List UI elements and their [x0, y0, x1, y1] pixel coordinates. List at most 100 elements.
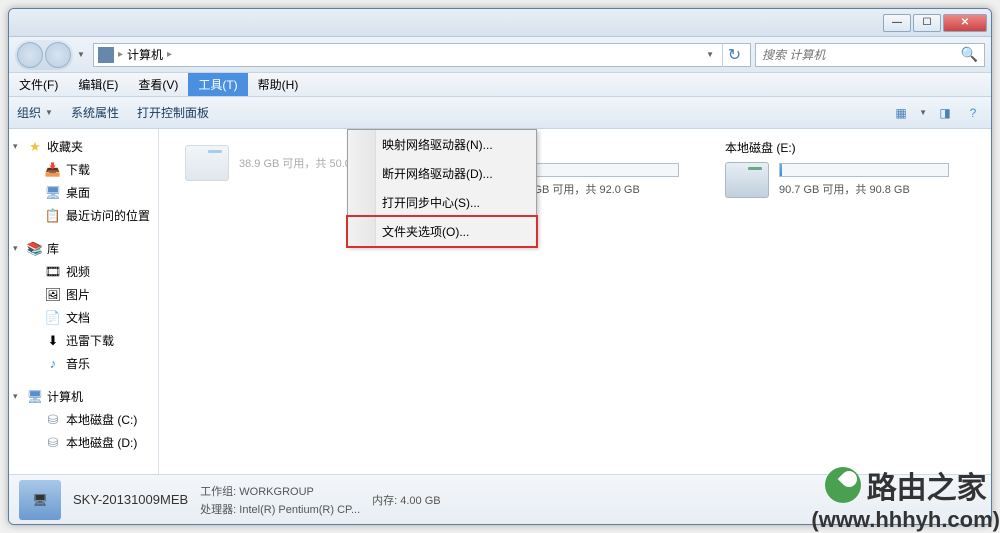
sidebar-libraries: ▾ 📚 库 🎞 视频 🖼 图片 📄 文档 ⬇ 迅 — [9, 237, 158, 375]
desktop-icon: 🖥 — [45, 185, 61, 201]
sidebar-item-label: 下载 — [66, 161, 90, 178]
dropdown-disconnect-drive[interactable]: 断开网络驱动器(D)... — [348, 159, 536, 188]
sidebar-item-label: 图片 — [66, 286, 90, 303]
maximize-button[interactable] — [913, 14, 941, 32]
drive-card-e[interactable]: 本地磁盘 (E:) 90.7 GB 可用，共 90.8 GB — [725, 139, 975, 198]
minimize-button[interactable] — [883, 14, 911, 32]
menubar: 文件(F) 编辑(E) 查看(V) 工具(T) 帮助(H) — [9, 73, 991, 97]
sidebar-item-label: 最近访问的位置 — [66, 207, 150, 224]
expand-icon[interactable]: ▾ — [13, 391, 18, 402]
document-icon: 📄 — [45, 310, 61, 326]
sidebar-libraries-header[interactable]: ▾ 📚 库 — [9, 237, 158, 260]
nav-buttons — [15, 40, 73, 70]
toolbar-properties[interactable]: 系统属性 — [71, 104, 119, 121]
dropdown-folder-options[interactable]: 文件夹选项(O)... — [346, 215, 538, 248]
thunder-icon: ⬇ — [45, 333, 61, 349]
sidebar-item-music[interactable]: ♪ 音乐 — [9, 352, 158, 375]
recent-icon: 📋 — [45, 208, 61, 224]
body: ▾ ★ 收藏夹 📥 下载 🖥 桌面 📋 最近访问的位置 — [9, 129, 991, 474]
sidebar-favorites-label: 收藏夹 — [47, 138, 83, 155]
sidebar-item-documents[interactable]: 📄 文档 — [9, 306, 158, 329]
statusbar: 🖥 SKY-20131009MEB 工作组: WORKGROUP 处理器: In… — [9, 474, 991, 524]
breadcrumb-location[interactable]: 计算机 — [127, 46, 163, 63]
expand-icon[interactable]: ▾ — [13, 141, 18, 152]
help-icon[interactable]: ? — [963, 103, 983, 123]
sidebar-item-label: 本地磁盘 (C:) — [66, 411, 137, 428]
sidebar-computer: ▾ 🖥 计算机 ⛁ 本地磁盘 (C:) ⛁ 本地磁盘 (D:) — [9, 385, 158, 454]
sidebar-item-label: 迅雷下载 — [66, 332, 114, 349]
search-bar[interactable]: 🔍 — [755, 43, 985, 67]
library-icon: 📚 — [27, 241, 43, 257]
breadcrumb-separator-icon: ▸ — [118, 49, 123, 60]
preview-pane-icon[interactable]: ◨ — [935, 103, 955, 123]
picture-icon: 🖼 — [45, 287, 61, 303]
drive-icon — [725, 162, 769, 198]
status-workgroup-label: 工作组: — [200, 486, 236, 498]
sidebar-item-pictures[interactable]: 🖼 图片 — [9, 283, 158, 306]
status-memory-block: 内存: 4.00 GB — [372, 492, 440, 508]
sidebar-item-videos[interactable]: 🎞 视频 — [9, 260, 158, 283]
status-memory-label: 内存: — [372, 495, 397, 507]
close-button[interactable] — [943, 14, 987, 32]
navbar: ▼ ▸ 计算机 ▸ ▼ ↻ 🔍 — [9, 37, 991, 73]
sidebar-libraries-label: 库 — [47, 240, 59, 257]
forward-button[interactable] — [45, 42, 71, 68]
menu-edit[interactable]: 编辑(E) — [68, 73, 128, 96]
status-processor-label: 处理器: — [200, 504, 236, 516]
computer-large-icon: 🖥 — [19, 480, 61, 520]
status-workgroup: WORKGROUP — [239, 486, 314, 498]
menu-view[interactable]: 查看(V) — [128, 73, 188, 96]
computer-icon — [98, 47, 114, 63]
sidebar-item-label: 文档 — [66, 309, 90, 326]
toolbar-organize-label: 组织 — [17, 104, 41, 121]
sidebar-item-label: 桌面 — [66, 184, 90, 201]
sidebar-item-recent[interactable]: 📋 最近访问的位置 — [9, 204, 158, 227]
drive-info: 90.7 GB 可用，共 90.8 GB — [779, 181, 949, 197]
drive-usage-bar — [779, 163, 949, 177]
sidebar-item-label: 音乐 — [66, 355, 90, 372]
breadcrumb-separator-icon: ▸ — [167, 49, 172, 60]
menu-help[interactable]: 帮助(H) — [248, 73, 309, 96]
sidebar-computer-header[interactable]: ▾ 🖥 计算机 — [9, 385, 158, 408]
sidebar-item-label: 本地磁盘 (D:) — [66, 434, 137, 451]
drive-icon: ⛁ — [45, 412, 61, 428]
downloads-icon: 📥 — [45, 162, 61, 178]
sidebar-item-thunder[interactable]: ⬇ 迅雷下载 — [9, 329, 158, 352]
search-icon[interactable]: 🔍 — [961, 46, 978, 63]
tools-dropdown: 映射网络驱动器(N)... 断开网络驱动器(D)... 打开同步中心(S)...… — [347, 129, 537, 247]
sidebar-item-label: 视频 — [66, 263, 90, 280]
toolbar-organize[interactable]: 组织 ▼ — [17, 104, 53, 121]
music-icon: ♪ — [45, 356, 61, 372]
back-button[interactable] — [17, 42, 43, 68]
status-computer-name: SKY-20131009MEB — [73, 492, 188, 507]
drive-icon: ⛁ — [45, 435, 61, 451]
sidebar-item-desktop[interactable]: 🖥 桌面 — [9, 181, 158, 204]
expand-icon[interactable]: ▾ — [13, 243, 18, 254]
status-memory: 4.00 GB — [400, 495, 440, 507]
menu-tools[interactable]: 工具(T) — [188, 73, 247, 96]
toolbar-control-panel[interactable]: 打开控制面板 — [137, 104, 209, 121]
titlebar — [9, 9, 991, 37]
sidebar-favorites-header[interactable]: ▾ ★ 收藏夹 — [9, 135, 158, 158]
toolbar: 组织 ▼ 系统属性 打开控制面板 ▦ ▼ ◨ ? — [9, 97, 991, 129]
sidebar-item-drive-d[interactable]: ⛁ 本地磁盘 (D:) — [9, 431, 158, 454]
toolbar-right: ▦ ▼ ◨ ? — [891, 103, 983, 123]
drive-icon — [185, 145, 229, 181]
content-pane: 映射网络驱动器(N)... 断开网络驱动器(D)... 打开同步中心(S)...… — [159, 129, 991, 474]
address-dropdown-icon[interactable]: ▼ — [702, 50, 718, 59]
status-details: 工作组: WORKGROUP 处理器: Intel(R) Pentium(R) … — [200, 483, 360, 517]
address-bar[interactable]: ▸ 计算机 ▸ ▼ ↻ — [93, 43, 751, 67]
nav-history-dropdown[interactable]: ▼ — [77, 50, 89, 59]
refresh-button[interactable]: ↻ — [722, 43, 746, 67]
sidebar: ▾ ★ 收藏夹 📥 下载 🖥 桌面 📋 最近访问的位置 — [9, 129, 159, 474]
dropdown-icon[interactable]: ▼ — [919, 108, 927, 117]
dropdown-icon: ▼ — [45, 108, 53, 117]
search-input[interactable] — [762, 48, 961, 62]
menu-file[interactable]: 文件(F) — [9, 73, 68, 96]
sidebar-computer-label: 计算机 — [47, 388, 83, 405]
sidebar-item-downloads[interactable]: 📥 下载 — [9, 158, 158, 181]
dropdown-sync-center[interactable]: 打开同步中心(S)... — [348, 188, 536, 217]
dropdown-map-drive[interactable]: 映射网络驱动器(N)... — [348, 130, 536, 159]
view-mode-icon[interactable]: ▦ — [891, 103, 911, 123]
sidebar-item-drive-c[interactable]: ⛁ 本地磁盘 (C:) — [9, 408, 158, 431]
